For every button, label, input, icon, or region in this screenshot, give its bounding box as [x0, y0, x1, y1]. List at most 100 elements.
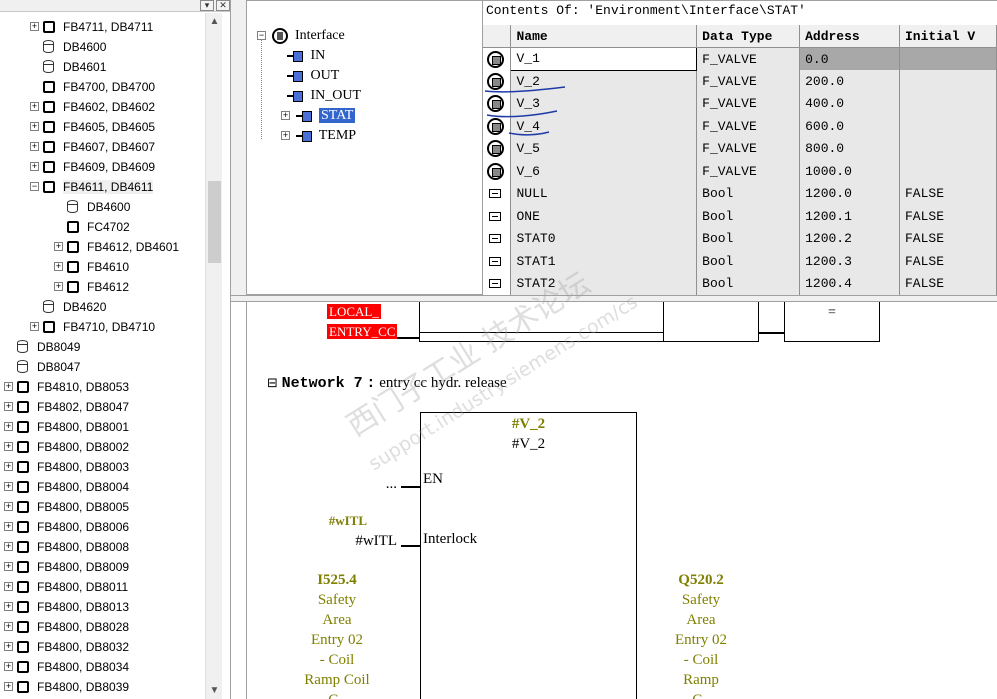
- cell-initial[interactable]: FALSE: [899, 205, 997, 228]
- expand-icon[interactable]: +: [4, 642, 13, 652]
- cell-initial[interactable]: FALSE: [899, 227, 997, 250]
- table-row[interactable]: V_1 F_VALVE 0.0: [483, 47, 997, 71]
- expand-icon[interactable]: +: [4, 562, 13, 572]
- tree-item[interactable]: DB8049: [4, 336, 80, 356]
- cell-initial[interactable]: FALSE: [899, 250, 997, 273]
- expand-icon[interactable]: +: [30, 322, 39, 332]
- column-header-name[interactable]: Name: [510, 25, 698, 48]
- tree-item[interactable]: + FB4610: [54, 256, 129, 276]
- tree-item[interactable]: + FB4800, DB8032: [4, 636, 129, 656]
- expand-icon[interactable]: +: [4, 582, 13, 592]
- expand-icon[interactable]: +: [4, 402, 13, 412]
- compare-box[interactable]: =: [784, 302, 880, 342]
- expand-icon[interactable]: +: [4, 462, 13, 472]
- table-row[interactable]: ONE Bool 1200.1 FALSE: [483, 205, 997, 228]
- tree-item[interactable]: + FB4710, DB4710: [30, 316, 155, 336]
- tree-item[interactable]: + FB4607, DB4607: [30, 136, 155, 156]
- cell-type[interactable]: F_VALVE: [696, 47, 801, 70]
- expand-icon[interactable]: +: [30, 142, 39, 152]
- column-header-type[interactable]: Data Type: [696, 25, 801, 48]
- cell-address[interactable]: 600.0: [799, 115, 900, 138]
- tree-item[interactable]: + FB4800, DB8008: [4, 536, 129, 556]
- expand-icon[interactable]: +: [4, 442, 13, 452]
- cell-initial[interactable]: [899, 137, 997, 160]
- table-row[interactable]: STAT1 Bool 1200.3 FALSE: [483, 250, 997, 273]
- expand-icon[interactable]: +: [30, 22, 39, 32]
- expand-icon[interactable]: +: [281, 111, 290, 121]
- expand-icon[interactable]: +: [4, 662, 13, 672]
- expand-icon[interactable]: +: [54, 282, 63, 292]
- cell-name[interactable]: V_1: [510, 47, 698, 71]
- cell-type[interactable]: Bool: [696, 250, 801, 273]
- column-header-address[interactable]: Address: [799, 25, 900, 48]
- cell-address[interactable]: 400.0: [799, 92, 900, 115]
- tree-item[interactable]: + FB4612, DB4601: [54, 236, 179, 256]
- network-header[interactable]: ⊟ Network 7 : entry cc hydr. release: [267, 375, 507, 392]
- tree-item[interactable]: DB4601: [30, 56, 106, 76]
- scroll-thumb[interactable]: [208, 181, 221, 263]
- cell-address[interactable]: 800.0: [799, 137, 900, 160]
- column-header-initial[interactable]: Initial V: [899, 25, 997, 48]
- table-row[interactable]: STAT2 Bool 1200.4 FALSE: [483, 272, 997, 295]
- cell-address[interactable]: 200.0: [799, 70, 900, 93]
- tree-item[interactable]: + FB4800, DB8028: [4, 616, 129, 636]
- cell-name[interactable]: V_6: [510, 160, 698, 183]
- expand-icon[interactable]: +: [4, 682, 13, 692]
- table-row[interactable]: STAT0 Bool 1200.2 FALSE: [483, 227, 997, 250]
- expand-icon[interactable]: +: [4, 622, 13, 632]
- expand-icon[interactable]: +: [54, 242, 63, 252]
- cell-initial[interactable]: FALSE: [899, 272, 997, 295]
- cell-type[interactable]: F_VALVE: [696, 92, 801, 115]
- interface-item-out[interactable]: OUT: [287, 66, 339, 86]
- expand-icon[interactable]: +: [281, 131, 290, 141]
- cell-type[interactable]: Bool: [696, 272, 801, 295]
- en-actual[interactable]: ...: [347, 474, 397, 494]
- interface-item-in[interactable]: IN: [287, 46, 325, 66]
- tree-item[interactable]: DB4620: [30, 296, 106, 316]
- table-row[interactable]: V_6 F_VALVE 1000.0: [483, 160, 997, 183]
- cell-initial[interactable]: [899, 160, 997, 183]
- close-icon[interactable]: ✕: [216, 0, 230, 11]
- cell-type[interactable]: Bool: [696, 182, 801, 205]
- expand-icon[interactable]: +: [4, 482, 13, 492]
- expand-icon[interactable]: +: [4, 382, 13, 392]
- cell-type[interactable]: Bool: [696, 227, 801, 250]
- tree-item[interactable]: + FB4800, DB8006: [4, 516, 129, 536]
- prev-block-box-2[interactable]: [663, 302, 759, 342]
- cell-initial[interactable]: [899, 70, 997, 93]
- tree-item[interactable]: + FB4609, DB4609: [30, 156, 155, 176]
- tree-item[interactable]: + FB4800, DB8004: [4, 476, 129, 496]
- cell-address[interactable]: 1200.3: [799, 250, 900, 273]
- tree-item[interactable]: + FB4612: [54, 276, 129, 296]
- expand-icon[interactable]: +: [30, 162, 39, 172]
- expand-icon[interactable]: +: [4, 602, 13, 612]
- cell-address[interactable]: 1200.4: [799, 272, 900, 295]
- collapse-icon[interactable]: −: [30, 182, 39, 192]
- tree-item[interactable]: + FB4800, DB8001: [4, 416, 129, 436]
- scroll-down-icon[interactable]: ▼: [206, 682, 223, 699]
- cell-initial[interactable]: FALSE: [899, 182, 997, 205]
- cell-address[interactable]: 1000.0: [799, 160, 900, 183]
- cell-name[interactable]: STAT1: [510, 250, 698, 273]
- interface-root[interactable]: − Interface: [257, 26, 345, 46]
- tree-item[interactable]: + FB4800, DB8002: [4, 436, 129, 456]
- expand-icon[interactable]: +: [54, 262, 63, 272]
- cell-type[interactable]: F_VALVE: [696, 137, 801, 160]
- cell-address[interactable]: 1200.2: [799, 227, 900, 250]
- tree-item[interactable]: − FB4611, DB4611: [30, 176, 154, 196]
- cell-type[interactable]: F_VALVE: [696, 70, 801, 93]
- cell-type[interactable]: Bool: [696, 205, 801, 228]
- tree-item[interactable]: + FB4800, DB8039: [4, 676, 129, 696]
- cell-address[interactable]: 1200.0: [799, 182, 900, 205]
- interlock-actual[interactable]: #wITL: [337, 531, 397, 551]
- tree-item[interactable]: DB4600: [54, 196, 130, 216]
- expand-icon[interactable]: +: [4, 422, 13, 432]
- tree-item[interactable]: + FB4605, DB4605: [30, 116, 155, 136]
- table-row[interactable]: NULL Bool 1200.0 FALSE: [483, 182, 997, 205]
- expand-icon[interactable]: +: [4, 502, 13, 512]
- dropdown-arrow-icon[interactable]: ▾: [200, 0, 214, 11]
- cell-name[interactable]: NULL: [510, 182, 698, 205]
- cell-initial[interactable]: [899, 115, 997, 138]
- tree-item[interactable]: + FB4800, DB8009: [4, 556, 129, 576]
- cell-address[interactable]: 0.0: [799, 47, 900, 70]
